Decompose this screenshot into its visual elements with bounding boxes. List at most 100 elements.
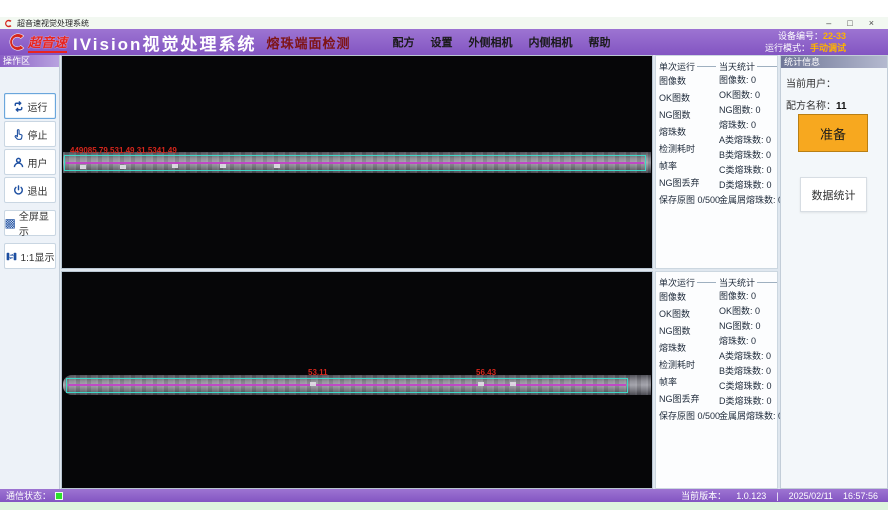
brand-swoosh-icon <box>8 33 26 51</box>
stat-row: OK图数: 0 <box>719 304 777 319</box>
menu-item-recipe[interactable]: 配方 <box>392 34 414 50</box>
app-logo-icon <box>4 19 13 28</box>
stat-row: 熔珠数 <box>659 340 716 357</box>
strip-mark <box>274 164 280 168</box>
strip-mark <box>310 382 316 386</box>
stop-button-label: 停止 <box>28 127 48 142</box>
stat-row: NG图数 <box>659 107 716 124</box>
stat-row: 熔珠数: 0 <box>719 334 777 349</box>
single-run-groupbox: 单次运行 图像数 OK图数 NG图数 熔珠数 检测耗时 帧率 NG图丢弃 保存原… <box>659 60 716 264</box>
stat-row: 熔珠数 <box>659 124 716 141</box>
stat-row: 帧率 <box>659 374 716 391</box>
brand-name: 超音速 <box>28 32 67 53</box>
outer-camera-view[interactable]: 449085.79,531.49 31.5341.49 <box>61 55 653 269</box>
user-icon <box>12 156 25 169</box>
exit-button[interactable]: 退出 <box>4 177 56 203</box>
maximize-icon[interactable]: □ <box>847 17 852 29</box>
status-time: 16:57:56 <box>843 491 878 501</box>
minimize-icon[interactable]: – <box>826 17 831 29</box>
single-run-groupbox: 单次运行 图像数 OK图数 NG图数 熔珠数 检测耗时 帧率 NG图丢弃 保存原… <box>659 276 716 484</box>
stat-row: 帧率 <box>659 158 716 175</box>
info-panel-title: 统计信息 <box>781 56 887 68</box>
stat-row: 图像数 <box>659 73 716 90</box>
fullscreen-button[interactable]: ▩ 全屏显示 <box>4 210 56 236</box>
single-run-title: 单次运行 <box>659 276 716 289</box>
stats-section-outer: 单次运行 图像数 OK图数 NG图数 熔珠数 检测耗时 帧率 NG图丢弃 保存原… <box>655 55 778 269</box>
strip-mark <box>80 165 86 169</box>
operation-sidebar: 操作区 运行 停止 用户 退出 ▩ <box>0 55 60 489</box>
stat-row: OK图数 <box>659 90 716 107</box>
camera-views: 449085.79,531.49 31.5341.49 53.11 56.43 <box>61 55 653 489</box>
app-header: 超音速 IVision视觉处理系统 熔珠端面检测 配方 设置 外侧相机 内侧相机… <box>0 29 888 55</box>
strip-mark <box>172 164 178 168</box>
stat-row: 图像数: 0 <box>719 73 777 88</box>
run-button-label: 运行 <box>28 99 48 114</box>
stat-row: C类熔珠数: 0 <box>719 379 777 394</box>
desktop-strip <box>0 502 888 510</box>
prepare-button[interactable]: 准备 <box>798 114 868 152</box>
version-info: 当前版本： 1.0.123 | 2025/02/11 16:57:56 <box>681 489 882 502</box>
menu-item-outer-camera[interactable]: 外侧相机 <box>468 34 512 50</box>
single-run-title: 单次运行 <box>659 60 716 73</box>
measurement-annotation: 449085.79,531.49 31.5341.49 <box>70 146 177 155</box>
measurement-label: 56.43 <box>476 368 496 377</box>
today-stats-groupbox: 当天统计 图像数: 0 OK图数: 0 NG图数: 0 熔珠数: 0 A类熔珠数… <box>719 276 777 484</box>
statistics-column: 单次运行 图像数 OK图数 NG图数 熔珠数 检测耗时 帧率 NG图丢弃 保存原… <box>655 55 778 489</box>
menu-bar: 配方 设置 外侧相机 内侧相机 帮助 <box>392 34 610 50</box>
stat-row: 图像数 <box>659 289 716 306</box>
run-mode-label: 运行模式： <box>765 43 810 53</box>
stat-row: 熔珠数: 0 <box>719 118 777 133</box>
strip-mark <box>510 382 516 386</box>
stat-row: NG图数: 0 <box>719 103 777 118</box>
menu-item-help[interactable]: 帮助 <box>588 34 610 50</box>
today-stats-title: 当天统计 <box>719 60 777 73</box>
strip-mark <box>120 165 126 169</box>
fullscreen-grid-icon: ▩ <box>5 217 16 229</box>
recipe-name-label: 配方名称： <box>786 101 836 112</box>
os-titlebar: 超音速视觉处理系统 – □ × <box>0 17 888 29</box>
statistics-info-panel: 统计信息 当前用户： 配方名称：11 准备 数据统计 <box>780 55 888 489</box>
stat-row: 检测耗时 <box>659 141 716 158</box>
application-window: 超音速视觉处理系统 – □ × 超音速 IVision视觉处理系统 熔珠端面检测… <box>0 0 888 522</box>
exit-button-label: 退出 <box>28 183 48 198</box>
inner-camera-view[interactable]: 53.11 56.43 <box>61 271 653 489</box>
device-number-value: 22-33 <box>823 31 846 41</box>
comm-status-indicator <box>55 492 63 500</box>
device-number-label: 设备编号： <box>778 31 823 41</box>
run-button[interactable]: 运行 <box>4 93 56 119</box>
user-button[interactable]: 用户 <box>4 149 56 175</box>
stop-button[interactable]: 停止 <box>4 121 56 147</box>
stat-row: OK图数: 0 <box>719 88 777 103</box>
today-stats-groupbox: 当天统计 图像数: 0 OK图数: 0 NG图数: 0 熔珠数: 0 A类熔珠数… <box>719 60 777 264</box>
version-label: 当前版本： <box>681 489 726 502</box>
stat-row: 图像数: 0 <box>719 289 777 304</box>
menu-item-settings[interactable]: 设置 <box>430 34 452 50</box>
sidebar-title: 操作区 <box>0 55 59 67</box>
run-mode-value: 手动调试 <box>810 43 846 53</box>
user-button-label: 用户 <box>28 155 48 170</box>
data-statistics-button[interactable]: 数据统计 <box>800 177 867 212</box>
stat-row: NG图丢弃 <box>659 391 716 408</box>
stat-row: NG图丢弃 <box>659 175 716 192</box>
today-stats-title: 当天统计 <box>719 276 777 289</box>
stat-row: 检测耗时 <box>659 357 716 374</box>
stat-row: D类熔珠数: 0 <box>719 394 777 409</box>
stat-row: B类熔珠数: 0 <box>719 364 777 379</box>
stat-row: 金属屑熔珠数: 0 <box>719 409 777 424</box>
centerline-overlay <box>66 162 644 164</box>
stat-row: D类熔珠数: 0 <box>719 178 777 193</box>
one-to-one-button-label: 1:1显示 <box>21 249 55 264</box>
stat-row: 保存原图 0/500 <box>659 192 716 209</box>
one-to-one-button[interactable]: 1:1显示 <box>4 243 56 269</box>
fullscreen-button-label: 全屏显示 <box>19 208 55 238</box>
menu-item-inner-camera[interactable]: 内侧相机 <box>528 34 572 50</box>
close-icon[interactable]: × <box>869 17 874 29</box>
stop-hand-icon <box>12 128 25 141</box>
stat-row: A类熔珠数: 0 <box>719 133 777 148</box>
app-subtitle: 熔珠端面检测 <box>266 33 350 52</box>
run-cycle-icon <box>12 100 25 113</box>
measurement-label: 53.11 <box>308 368 328 377</box>
stat-row: 金属屑熔珠数: 0 <box>719 193 777 208</box>
stats-section-inner: 单次运行 图像数 OK图数 NG图数 熔珠数 检测耗时 帧率 NG图丢弃 保存原… <box>655 271 778 489</box>
device-info: 设备编号：22-33 运行模式：手动调试 <box>765 30 880 54</box>
